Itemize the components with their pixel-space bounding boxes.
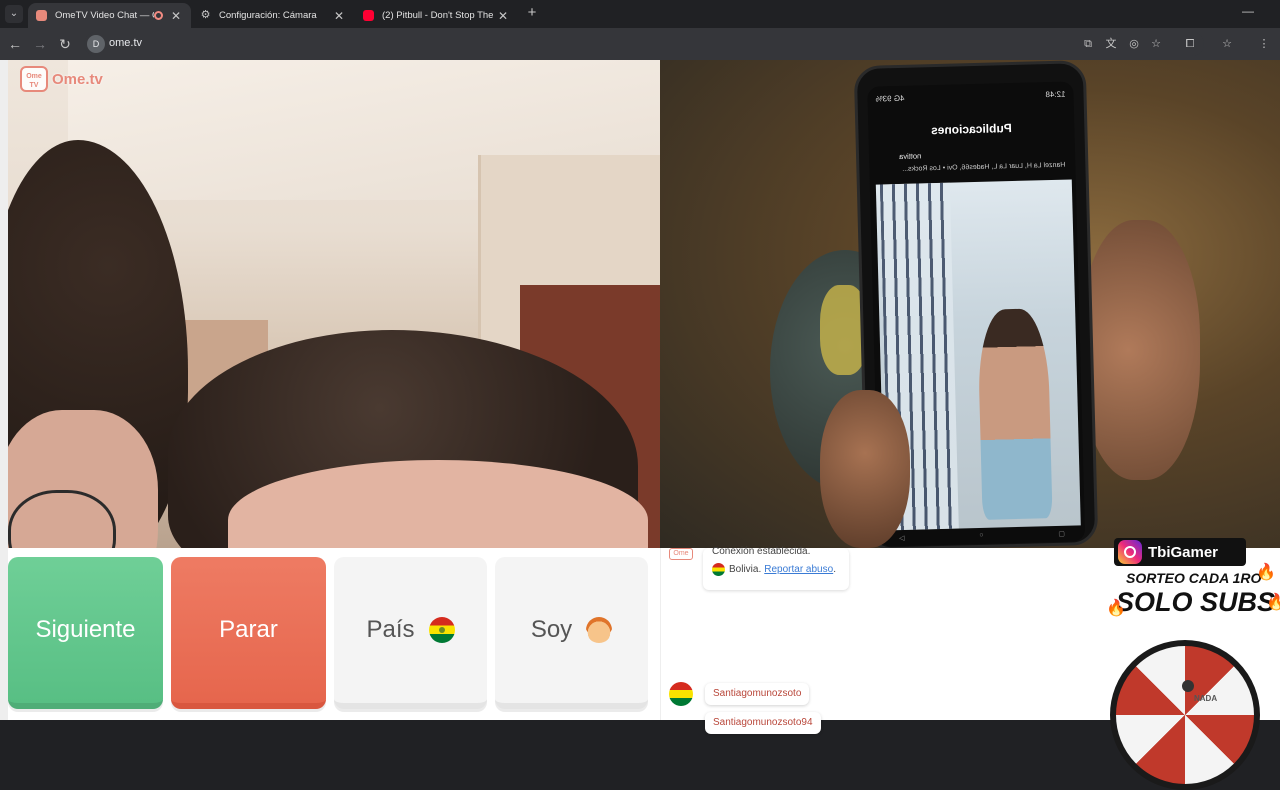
phone-nav-home-icon: ○ bbox=[979, 531, 984, 539]
photo-person bbox=[977, 308, 1053, 520]
browser-tabstrip: ⌄ OmeTV Video Chat — Ome ✕ ⚙ Configuraci… bbox=[0, 0, 1280, 28]
minimize-button[interactable]: — bbox=[1242, 4, 1254, 18]
recording-icon bbox=[154, 11, 163, 20]
reload-icon[interactable]: ↻ bbox=[56, 35, 74, 53]
tracking-eye-icon[interactable]: ◎ bbox=[1126, 36, 1142, 52]
tab-search-icon[interactable]: ⌄ bbox=[5, 5, 23, 23]
phone-username: nottiva bbox=[898, 151, 922, 161]
giveaway-text: SORTEO CADA 1RO bbox=[1126, 570, 1262, 586]
fire-icon: 🔥 bbox=[1266, 594, 1280, 611]
subs-only-text: SOLO SUBS bbox=[1116, 587, 1276, 617]
prize-wheel: NADA bbox=[1110, 640, 1260, 790]
instagram-icon bbox=[1118, 540, 1142, 564]
report-abuse-link[interactable]: Reportar abuso bbox=[764, 564, 833, 575]
streamer-overlay: TbiGamer SORTEO CADA 1RO 🔥 SOLO SUBS 🔥 🔥… bbox=[1104, 480, 1280, 790]
next-button[interactable]: Siguiente bbox=[8, 557, 163, 709]
gear-icon: ⚙ bbox=[200, 9, 211, 21]
phone-meta: Hanzel La H, Luar La L, Hades66, Ovi • L… bbox=[902, 161, 1066, 173]
stop-button-label: Parar bbox=[219, 616, 278, 643]
phone-status-bar: 12:48 4G 93% bbox=[875, 90, 1065, 104]
close-icon[interactable]: ✕ bbox=[496, 9, 510, 23]
instagram-handle-box: TbiGamer bbox=[1114, 538, 1246, 566]
chat-controls: Siguiente Parar País Soy bbox=[8, 557, 648, 709]
new-tab-button[interactable]: + bbox=[524, 4, 540, 22]
close-icon[interactable]: ✕ bbox=[169, 9, 183, 23]
user-flag-icon bbox=[669, 682, 693, 706]
phone-nav-recent-icon: ▢ bbox=[1058, 530, 1066, 538]
country-button-label: País bbox=[366, 616, 415, 643]
ometv-logo: Ome TV Ome.tv bbox=[20, 66, 103, 92]
bolivia-flag-icon bbox=[712, 563, 725, 576]
youtube-favicon-icon bbox=[363, 10, 374, 21]
connection-status: Conexión establecida. bbox=[712, 546, 811, 557]
fire-icon: 🔥 bbox=[1256, 564, 1276, 581]
ometv-logo-badge: Ome TV bbox=[20, 66, 48, 92]
ometv-favicon-icon bbox=[36, 10, 47, 21]
page-edge bbox=[0, 60, 8, 720]
menu-icon[interactable]: ⋮ bbox=[1256, 36, 1272, 52]
tab-title: Configuración: Cámara bbox=[219, 10, 317, 21]
local-video: Ome TV Ome.tv bbox=[8, 60, 660, 548]
ometv-mini-logo: Ome bbox=[669, 548, 693, 560]
gender-button[interactable]: Soy bbox=[495, 557, 648, 709]
ometv-logo-text: Ome.tv bbox=[52, 70, 103, 88]
bookmarks-icon[interactable]: ☆ bbox=[1219, 36, 1235, 52]
phone-time: 12:48 bbox=[1045, 89, 1066, 100]
install-app-icon[interactable]: ⧉ bbox=[1080, 36, 1096, 52]
close-icon[interactable]: ✕ bbox=[332, 9, 346, 23]
forward-icon[interactable]: → bbox=[31, 35, 49, 53]
wheel-label: NADA bbox=[1194, 694, 1218, 703]
tab-youtube[interactable]: (2) Pitbull - Don't Stop The Part ✕ bbox=[355, 3, 518, 28]
fire-icon: 🔥 bbox=[1106, 600, 1126, 617]
stop-button[interactable]: Parar bbox=[171, 557, 326, 709]
extensions-icon[interactable]: ⧠ bbox=[1182, 36, 1198, 52]
partner-country: Bolivia. Reportar abuso. bbox=[712, 563, 836, 576]
site-info-icon[interactable]: D bbox=[87, 35, 105, 53]
ometv-page: Ome TV Ome.tv 12:48 4G 93% Publicaciones… bbox=[0, 60, 1280, 790]
phone-nav-bar: ◁ ○ ▢ bbox=[899, 530, 1065, 542]
instagram-handle: TbiGamer bbox=[1148, 543, 1219, 561]
period: . bbox=[833, 564, 836, 575]
remote-video: 12:48 4G 93% Publicaciones nottiva Hanze… bbox=[660, 60, 1280, 548]
remote-hand-lower bbox=[820, 390, 910, 548]
remote-hand bbox=[1080, 220, 1200, 480]
country-name: Bolivia. bbox=[729, 564, 762, 575]
address-bar[interactable]: D ome.tv bbox=[84, 32, 1204, 56]
translate-icon[interactable]: 文 bbox=[1103, 36, 1119, 52]
gender-button-label: Soy bbox=[530, 616, 573, 643]
system-message: Conexión establecida. Bolivia. Reportar … bbox=[703, 546, 849, 590]
browser-toolbar: ← → ↻ D ome.tv ⧉ 文 ◎ ☆ ⧠ ☆ ⋮ bbox=[0, 28, 1280, 60]
tab-title: (2) Pitbull - Don't Stop The Part bbox=[382, 10, 496, 21]
next-button-label: Siguiente bbox=[35, 616, 136, 643]
chat-message: Santiagomunozsoto94 bbox=[705, 712, 821, 734]
country-button[interactable]: País bbox=[334, 557, 487, 709]
phone-battery: 4G 93% bbox=[875, 93, 905, 104]
tab-camera-settings[interactable]: ⚙ Configuración: Cámara ✕ bbox=[192, 3, 354, 28]
boy-emoji-icon bbox=[586, 617, 613, 643]
url-text[interactable]: ome.tv bbox=[109, 37, 142, 49]
bookmark-star-icon[interactable]: ☆ bbox=[1148, 36, 1164, 52]
tab-title: OmeTV Video Chat — Ome bbox=[55, 10, 154, 21]
back-icon[interactable]: ← bbox=[6, 35, 24, 53]
bolivia-flag-icon bbox=[428, 617, 455, 643]
chat-message: Santiagomunozsoto bbox=[705, 683, 810, 705]
wheel-hub bbox=[1182, 680, 1194, 692]
tab-ometv[interactable]: OmeTV Video Chat — Ome ✕ bbox=[28, 3, 191, 28]
phone-title: Publicaciones bbox=[930, 121, 1012, 138]
phone-nav-back-icon: ◁ bbox=[898, 534, 905, 543]
